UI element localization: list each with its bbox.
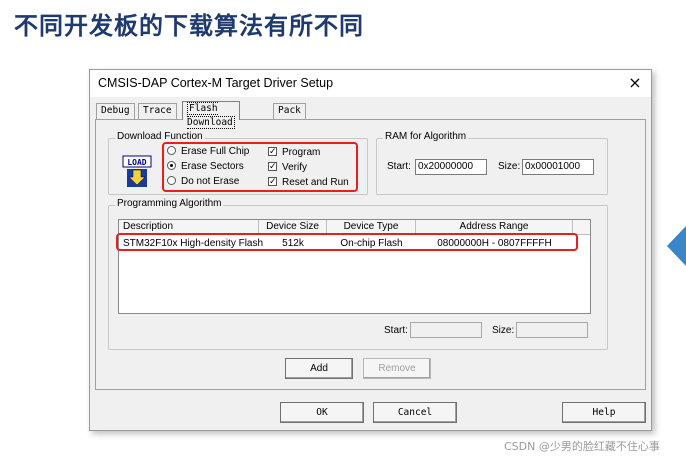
ram-size-label: Size: <box>498 161 521 172</box>
ok-button[interactable]: OK <box>280 402 364 423</box>
checkmark-icon: ✓ <box>268 176 277 187</box>
checkmark-icon: ✓ <box>268 161 277 172</box>
erase-sectors-label: Erase Sectors <box>181 161 244 172</box>
reset-and-run-label: Reset and Run <box>282 177 349 188</box>
tab-trace[interactable]: Trace <box>138 103 177 119</box>
column-device-type[interactable]: Device Type <box>327 220 416 235</box>
erase-sectors-radio[interactable]: Erase Sectors <box>167 160 244 172</box>
row-description: STM32F10x High-density Flash <box>123 238 264 249</box>
radio-icon <box>167 145 176 155</box>
algo-size-label: Size: <box>492 325 515 336</box>
load-icon-text: LOAD <box>127 158 146 167</box>
row-device-type: On-chip Flash <box>340 238 403 249</box>
program-checkbox[interactable]: ✓ Program <box>268 146 321 158</box>
dialog-title: CMSIS-DAP Cortex-M Target Driver Setup <box>98 76 334 90</box>
ram-start-input[interactable]: 0x20000000 <box>415 159 487 175</box>
add-button[interactable]: Add <box>285 358 353 379</box>
title-bar[interactable]: CMSIS-DAP Cortex-M Target Driver Setup × <box>90 70 651 97</box>
tab-flash-download-label: Flash Download <box>187 102 235 129</box>
close-icon[interactable]: × <box>625 73 645 93</box>
tab-flash-download[interactable]: Flash Download <box>182 101 240 129</box>
do-not-erase-radio[interactable]: Do not Erase <box>167 175 240 187</box>
programming-algorithm-group: Programming Algorithm Description Device… <box>108 198 608 350</box>
ram-for-algorithm-label: RAM for Algorithm <box>383 131 469 142</box>
remove-button: Remove <box>363 358 431 379</box>
help-button[interactable]: Help <box>562 402 646 423</box>
algo-size-input <box>516 322 588 338</box>
watermark: CSDN @少男的脸红藏不住心事 <box>504 440 660 453</box>
ram-start-label: Start: <box>387 161 411 172</box>
do-not-erase-label: Do not Erase <box>181 176 240 187</box>
download-function-group: Download Function LOAD Erase Full Chip E… <box>108 131 368 195</box>
erase-full-chip-radio[interactable]: Erase Full Chip <box>167 145 250 157</box>
reset-and-run-checkbox[interactable]: ✓ Reset and Run <box>268 176 349 188</box>
ram-for-algorithm-group: RAM for Algorithm Start: 0x20000000 Size… <box>376 131 608 195</box>
algo-start-label: Start: <box>384 325 408 336</box>
target-driver-setup-dialog: CMSIS-DAP Cortex-M Target Driver Setup ×… <box>89 69 652 431</box>
radio-selected-icon <box>167 160 176 170</box>
row-address-range: 08000000H - 0807FFFFH <box>437 238 552 249</box>
download-function-label: Download Function <box>115 131 205 142</box>
page-heading: 不同开发板的下载算法有所不同 <box>14 12 364 40</box>
load-icon: LOAD <box>122 155 152 187</box>
checkmark-icon: ✓ <box>268 146 277 157</box>
column-address-range[interactable]: Address Range <box>416 220 573 235</box>
ram-size-input[interactable]: 0x00001000 <box>522 159 594 175</box>
left-arrow-icon <box>667 226 686 266</box>
program-label: Program <box>282 147 321 158</box>
row-device-size: 512k <box>282 238 304 249</box>
algorithm-list[interactable]: Description Device Size Device Type Addr… <box>118 219 591 314</box>
programming-algorithm-label: Programming Algorithm <box>115 198 224 209</box>
column-device-size[interactable]: Device Size <box>259 220 327 235</box>
radio-icon <box>167 175 176 185</box>
table-row[interactable]: STM32F10x High-density Flash 512k On-chi… <box>119 237 590 251</box>
verify-label: Verify <box>282 162 308 173</box>
cancel-button[interactable]: Cancel <box>373 402 457 423</box>
tab-pack[interactable]: Pack <box>273 103 306 119</box>
column-description[interactable]: Description <box>119 220 259 235</box>
tab-debug[interactable]: Debug <box>96 103 135 119</box>
verify-checkbox[interactable]: ✓ Verify <box>268 161 308 173</box>
flash-download-panel: Download Function LOAD Erase Full Chip E… <box>95 119 646 390</box>
list-header: Description Device Size Device Type Addr… <box>119 220 590 235</box>
algo-start-input <box>410 322 482 338</box>
erase-full-chip-label: Erase Full Chip <box>181 146 250 157</box>
